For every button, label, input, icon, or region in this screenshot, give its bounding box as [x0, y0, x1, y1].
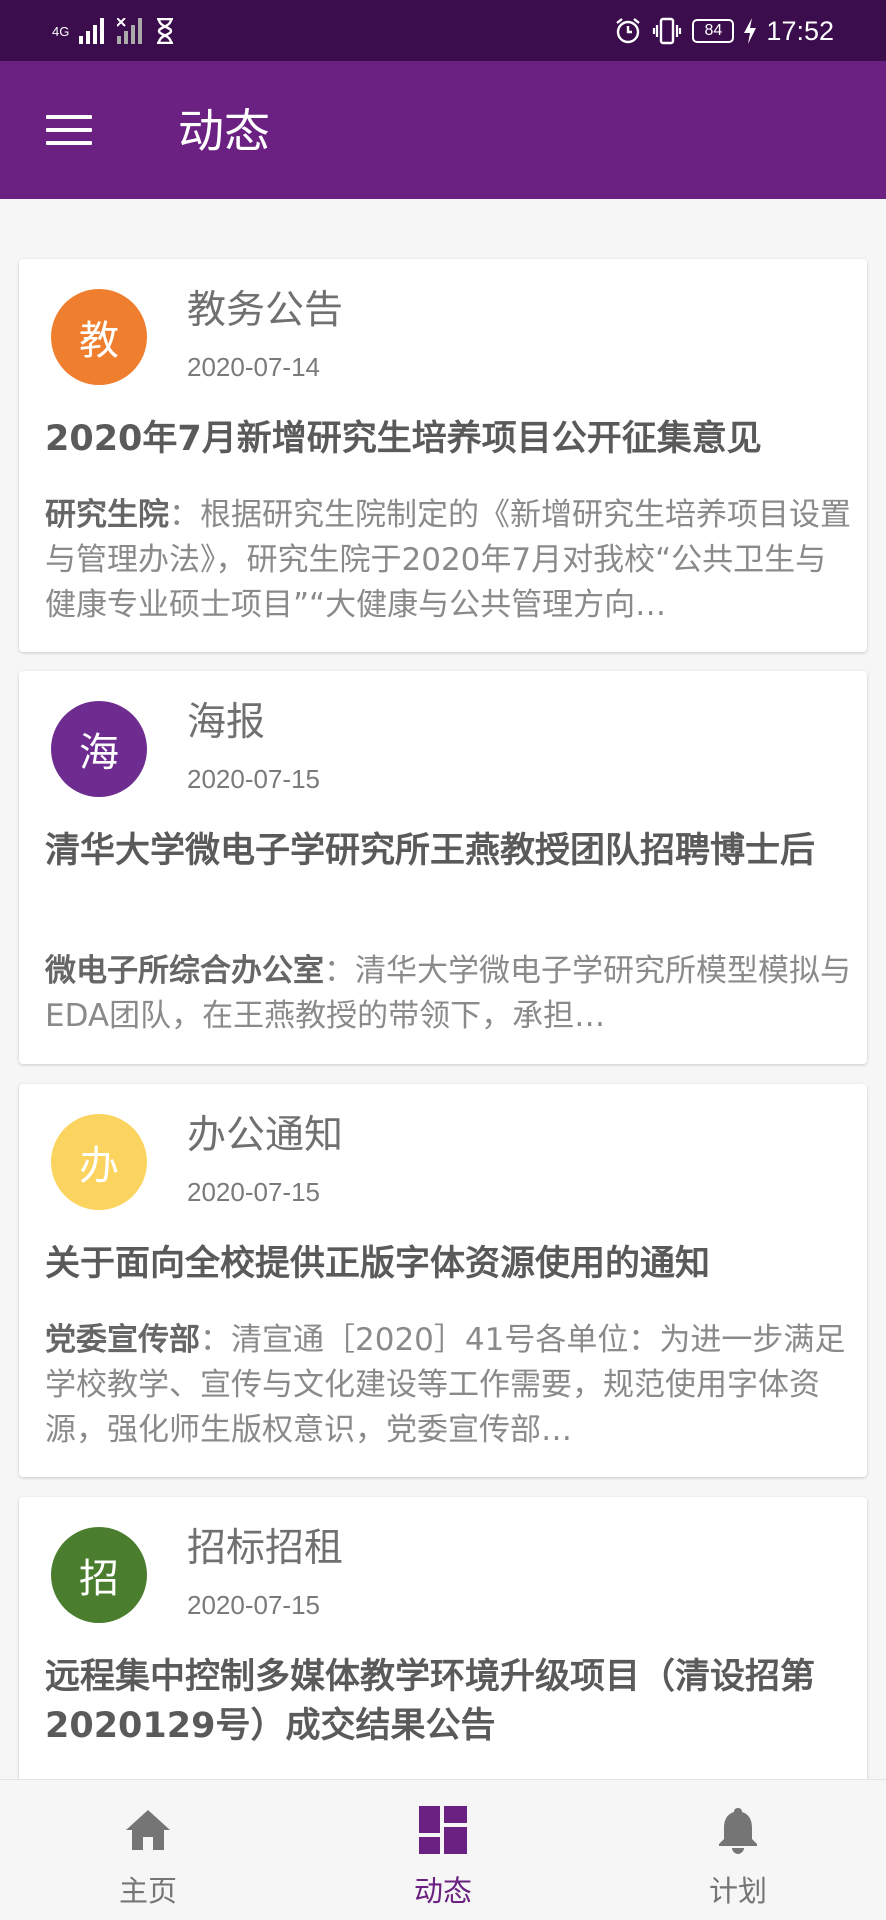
signal-no-service-icon: [117, 18, 143, 44]
card-source: 微电子所综合办公室: [45, 953, 324, 989]
dashboard-icon: [419, 1806, 467, 1854]
card-source: 党委宣传部: [45, 1322, 200, 1358]
signal-icon: [79, 18, 105, 44]
page-title: 动态: [178, 104, 270, 158]
avatar-char: 教: [79, 318, 119, 364]
battery-level: 84: [692, 19, 735, 43]
nav-label: 主页: [118, 1874, 177, 1908]
nav-item-dynamics[interactable]: 动态: [343, 1780, 543, 1920]
status-bar: 4G 84 17:52: [0, 0, 886, 61]
status-time: 17:52: [766, 15, 834, 46]
card-summary: 研究生院：根据研究生院制定的《新增研究生培养项目设置与管理办法》，研究生院于20…: [45, 493, 857, 628]
card-title: 清华大学微电子学研究所王燕教授团队招聘博士后: [45, 831, 816, 871]
avatar-char: 海: [79, 730, 119, 776]
card-category: 办公通知: [187, 1113, 344, 1158]
feed-card[interactable]: 招 招标招租 2020-07-15 远程集中控制多媒体教学环境升级项目（清设招第…: [19, 1497, 867, 1779]
card-summary: 微电子所综合办公室：清华大学微电子学研究所模型模拟与EDA团队，在王燕教授的带领…: [45, 949, 857, 1039]
card-date: 2020-07-15: [187, 764, 320, 794]
card-source: 研究生院: [45, 497, 169, 533]
hourglass-icon: [157, 18, 174, 44]
card-summary: 党委宣传部：清宣通［2020］41号各单位：为进一步满足学校教学、宣传与文化建设…: [45, 1318, 857, 1453]
nav-item-home[interactable]: 主页: [48, 1780, 248, 1920]
nav-item-plan[interactable]: 计划: [638, 1780, 838, 1920]
alarm-icon: [616, 18, 641, 44]
feed-card[interactable]: 教 教务公告 2020-07-14 2020年7月新增研究生培养项目公开征集意见…: [19, 259, 867, 652]
vibrate-icon: [653, 17, 682, 45]
card-category: 招标招租: [187, 1526, 344, 1571]
bell-icon: [719, 1808, 757, 1854]
card-category: 海报: [187, 700, 266, 745]
card-date: 2020-07-15: [187, 1177, 320, 1207]
avatar-char: 办: [79, 1143, 119, 1189]
feed-card[interactable]: 办 办公通知 2020-07-15 关于面向全校提供正版字体资源使用的通知 党委…: [19, 1084, 867, 1477]
category-avatar: 办: [51, 1114, 147, 1210]
card-title: 关于面向全校提供正版字体资源使用的通知: [45, 1244, 711, 1284]
bottom-nav: 主页 动态 计划: [0, 1779, 886, 1920]
card-date: 2020-07-14: [187, 352, 320, 382]
nav-label: 动态: [413, 1874, 472, 1908]
card-title: 远程集中控制多媒体教学环境升级项目（清设招第2020129号）成交结果公告: [45, 1657, 816, 1746]
card-date: 2020-07-15: [187, 1590, 320, 1620]
category-avatar: 教: [51, 289, 147, 385]
network-label: 4G: [52, 23, 70, 39]
menu-button[interactable]: [42, 106, 96, 154]
nav-label: 计划: [708, 1874, 767, 1908]
charging-icon: [744, 18, 757, 44]
news-feed[interactable]: 教 教务公告 2020-07-14 2020年7月新增研究生培养项目公开征集意见…: [0, 199, 886, 1779]
home-icon: [126, 1810, 170, 1850]
card-title: 2020年7月新增研究生培养项目公开征集意见: [45, 419, 762, 459]
category-avatar: 招: [51, 1527, 147, 1623]
category-avatar: 海: [51, 701, 147, 797]
card-category: 教务公告: [187, 288, 344, 333]
avatar-char: 招: [79, 1556, 119, 1602]
feed-card[interactable]: 海 海报 2020-07-15 清华大学微电子学研究所王燕教授团队招聘博士后 微…: [19, 671, 867, 1064]
app-bar: 动态: [0, 61, 886, 199]
